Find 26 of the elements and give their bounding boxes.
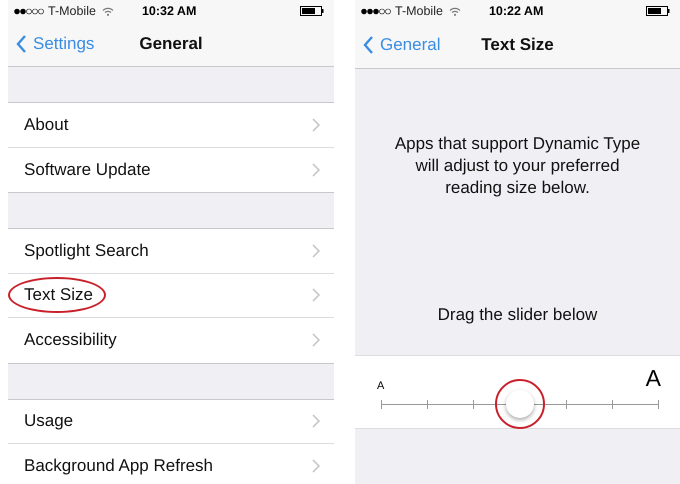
slider-thumb[interactable] bbox=[506, 390, 534, 418]
carrier-name: T-Mobile bbox=[395, 4, 443, 18]
signal-icon bbox=[361, 8, 391, 14]
wifi-icon bbox=[448, 6, 461, 16]
carrier-name: T-Mobile bbox=[48, 4, 96, 18]
chevron-right-icon bbox=[312, 414, 320, 428]
large-text-label: A bbox=[646, 365, 661, 392]
battery-icon bbox=[646, 6, 670, 16]
signal-icon bbox=[14, 8, 44, 14]
small-text-label: A bbox=[377, 380, 384, 392]
chevron-right-icon bbox=[312, 162, 320, 177]
description-text: Apps that support Dynamic Type will adjust to your preferred reading size below. bbox=[394, 133, 642, 199]
screen-title: General bbox=[139, 34, 203, 54]
status-time: 10:32 AM bbox=[142, 4, 196, 18]
chevron-right-icon bbox=[312, 288, 320, 302]
chevron-left-icon bbox=[16, 34, 27, 54]
status-time: 10:22 AM bbox=[488, 4, 544, 18]
hint-text: Drag the slider below bbox=[436, 305, 598, 325]
wifi-icon bbox=[102, 6, 114, 16]
chevron-right-icon bbox=[312, 118, 320, 132]
chevron-right-icon bbox=[312, 244, 320, 258]
chevron-left-icon bbox=[363, 35, 374, 55]
chevron-right-icon bbox=[312, 459, 320, 474]
chevron-right-icon bbox=[312, 333, 320, 348]
screen-title: Text Size bbox=[481, 35, 554, 55]
battery-icon bbox=[300, 6, 324, 16]
